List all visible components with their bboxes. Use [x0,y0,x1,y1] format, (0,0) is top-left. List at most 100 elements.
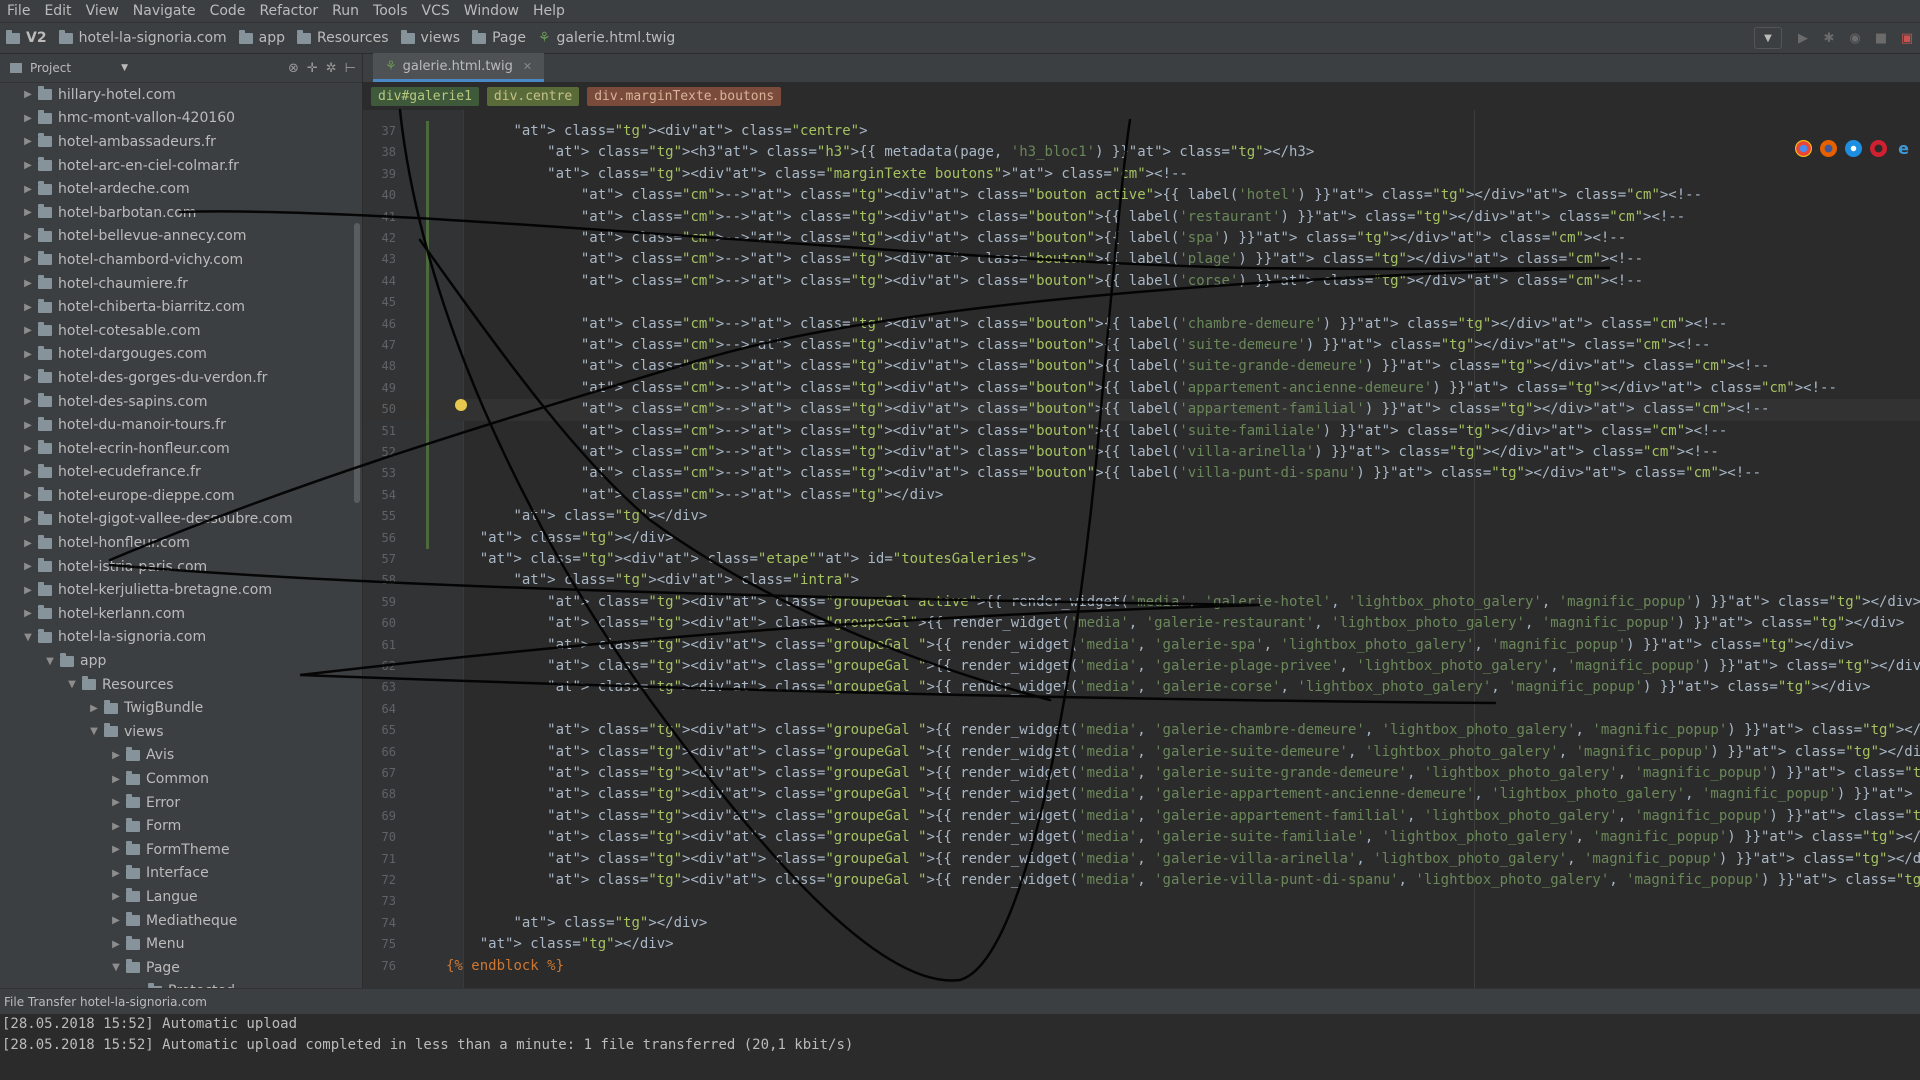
collapsed-arrow-icon[interactable]: ▶ [110,750,122,761]
collapsed-arrow-icon[interactable]: ▶ [22,325,34,336]
tree-item[interactable]: ▶ hotel-barbotan.com [0,201,362,225]
tree-item[interactable]: ▶ hotel-cotesable.com [0,319,362,343]
tree-item[interactable]: ▶Protected [0,980,362,988]
tree-item[interactable]: ▶ hotel-kerlann.com [0,602,362,626]
tree-item[interactable]: ▶ Mediatheque [0,909,362,933]
collapsed-arrow-icon[interactable]: ▶ [22,207,34,218]
collapsed-arrow-icon[interactable]: ▶ [22,608,34,619]
run-config-dropdown[interactable]: ▼ [1754,27,1782,49]
menu-file[interactable]: File [0,0,37,22]
chrome-icon[interactable] [1795,140,1812,157]
coverage-icon[interactable]: ◉ [1844,27,1866,49]
collapsed-arrow-icon[interactable]: ▶ [88,703,100,714]
collapsed-arrow-icon[interactable]: ▶ [22,254,34,265]
project-view-selector[interactable]: Project ▼ [10,61,128,75]
collapsed-arrow-icon[interactable]: ▶ [110,797,122,808]
tree-item[interactable]: ▶ hotel-arc-en-ciel-colmar.fr [0,154,362,178]
collapsed-arrow-icon[interactable]: ▶ [22,89,34,100]
collapsed-arrow-icon[interactable]: ▶ [22,136,34,147]
sdk-icon[interactable]: ▣ [1896,27,1918,49]
collapsed-arrow-icon[interactable]: ▶ [110,891,122,902]
opera-icon[interactable] [1870,140,1887,157]
menu-help[interactable]: Help [526,0,572,22]
collapsed-arrow-icon[interactable]: ▶ [22,349,34,360]
collapsed-arrow-icon[interactable]: ▶ [110,844,122,855]
collapsed-arrow-icon[interactable]: ▶ [22,302,34,313]
expanded-arrow-icon[interactable]: ▼ [88,726,100,737]
tree-item[interactable]: ▶ Common [0,767,362,791]
tag-breadcrumb[interactable]: div.marginTexte.boutons [587,86,782,106]
collapsed-arrow-icon[interactable]: ▶ [22,231,34,242]
tree-item[interactable]: ▶ hotel-du-manoir-tours.fr [0,413,362,437]
tree-item[interactable]: ▶ hotel-ambassadeurs.fr [0,130,362,154]
menu-code[interactable]: Code [203,0,253,22]
tree-item[interactable]: ▶ Menu [0,932,362,956]
nav-crumb[interactable]: ⚘ galerie.html.twig [532,23,681,53]
ie-icon[interactable]: e [1895,140,1912,157]
tree-item[interactable]: ▶ Error [0,791,362,815]
tree-item[interactable]: ▼ hotel-la-signoria.com [0,626,362,650]
tree-item[interactable]: ▶ hotel-des-gorges-du-verdon.fr [0,366,362,390]
collapsed-arrow-icon[interactable]: ▶ [22,561,34,572]
collapsed-arrow-icon[interactable]: ▶ [22,278,34,289]
menu-run[interactable]: Run [325,0,366,22]
tree-item[interactable]: ▼ Page [0,956,362,980]
tab-galerie-html-twig[interactable]: ⚘ galerie.html.twig ✕ [373,53,545,82]
collapsed-arrow-icon[interactable]: ▶ [110,939,122,950]
nav-crumb[interactable]: app [233,23,291,53]
tree-item[interactable]: ▶ Langue [0,885,362,909]
tree-item[interactable]: ▶ hotel-europe-dieppe.com [0,484,362,508]
hide-panel-icon[interactable]: ⊢ [345,61,356,76]
menu-edit[interactable]: Edit [37,0,78,22]
menu-tools[interactable]: Tools [366,0,415,22]
tree-item[interactable]: ▼ Resources [0,673,362,697]
nav-crumb[interactable]: hotel-la-signoria.com [53,23,233,53]
tree-item[interactable]: ▶ hotel-chaumiere.fr [0,272,362,296]
tree-item[interactable]: ▶ hotel-bellevue-annecy.com [0,225,362,249]
stop-icon[interactable]: ■ [1870,27,1892,49]
menu-refactor[interactable]: Refactor [252,0,325,22]
menu-window[interactable]: Window [457,0,526,22]
debug-icon[interactable]: ✱ [1818,27,1840,49]
expanded-arrow-icon[interactable]: ▼ [66,679,78,690]
tree-item[interactable]: ▶ hotel-ecudefrance.fr [0,461,362,485]
tree-item[interactable]: ▶ hotel-des-sapins.com [0,390,362,414]
tree-item[interactable]: ▶ hmc-mont-vallon-420160 [0,107,362,131]
tree-item[interactable]: ▶ hillary-hotel.com [0,83,362,107]
collapsed-arrow-icon[interactable]: ▶ [110,774,122,785]
firefox-icon[interactable] [1820,140,1837,157]
tree-item[interactable]: ▶ TwigBundle [0,696,362,720]
collapsed-arrow-icon[interactable]: ▶ [110,821,122,832]
lightbulb-icon[interactable] [455,399,467,411]
run-icon[interactable]: ▶ [1792,27,1814,49]
collapsed-arrow-icon[interactable]: ▶ [22,467,34,478]
tree-item[interactable]: ▶ hotel-ecrin-honfleur.com [0,437,362,461]
safari-icon[interactable] [1845,140,1862,157]
tree-item[interactable]: ▶ hotel-istria-paris.com [0,555,362,579]
tag-breadcrumb[interactable]: div.centre [486,86,580,106]
menu-vcs[interactable]: VCS [415,0,457,22]
tree-item[interactable]: ▶ hotel-gigot-vallee-dessoubre.com [0,508,362,532]
gear-icon[interactable]: ✲ [326,61,337,76]
collapsed-arrow-icon[interactable]: ▶ [110,915,122,926]
tree-item[interactable]: ▶ hotel-honfleur.com [0,531,362,555]
tag-breadcrumb[interactable]: div#galerie1 [371,86,479,106]
collapsed-arrow-icon[interactable]: ▶ [22,443,34,454]
collapsed-arrow-icon[interactable]: ▶ [22,490,34,501]
tree-item[interactable]: ▼ views [0,720,362,744]
collapsed-arrow-icon[interactable]: ▶ [22,514,34,525]
collapsed-arrow-icon[interactable]: ▶ [22,420,34,431]
expanded-arrow-icon[interactable]: ▼ [110,962,122,973]
vcs-change-marker[interactable] [426,121,429,549]
scroll-from-source-icon[interactable]: ✛ [307,61,318,76]
collapsed-arrow-icon[interactable]: ▶ [110,868,122,879]
tree-item[interactable]: ▶ hotel-chiberta-biarritz.com [0,295,362,319]
collapsed-arrow-icon[interactable]: ▶ [22,372,34,383]
nav-crumb[interactable]: V2 [0,23,53,53]
close-icon[interactable]: ✕ [523,60,532,73]
tree-item[interactable]: ▶ FormTheme [0,838,362,862]
tree-item[interactable]: ▶ hotel-chambord-vichy.com [0,248,362,272]
tree-scrollbar[interactable] [354,223,360,503]
collapsed-arrow-icon[interactable]: ▶ [22,184,34,195]
nav-crumb[interactable]: Page [466,23,532,53]
